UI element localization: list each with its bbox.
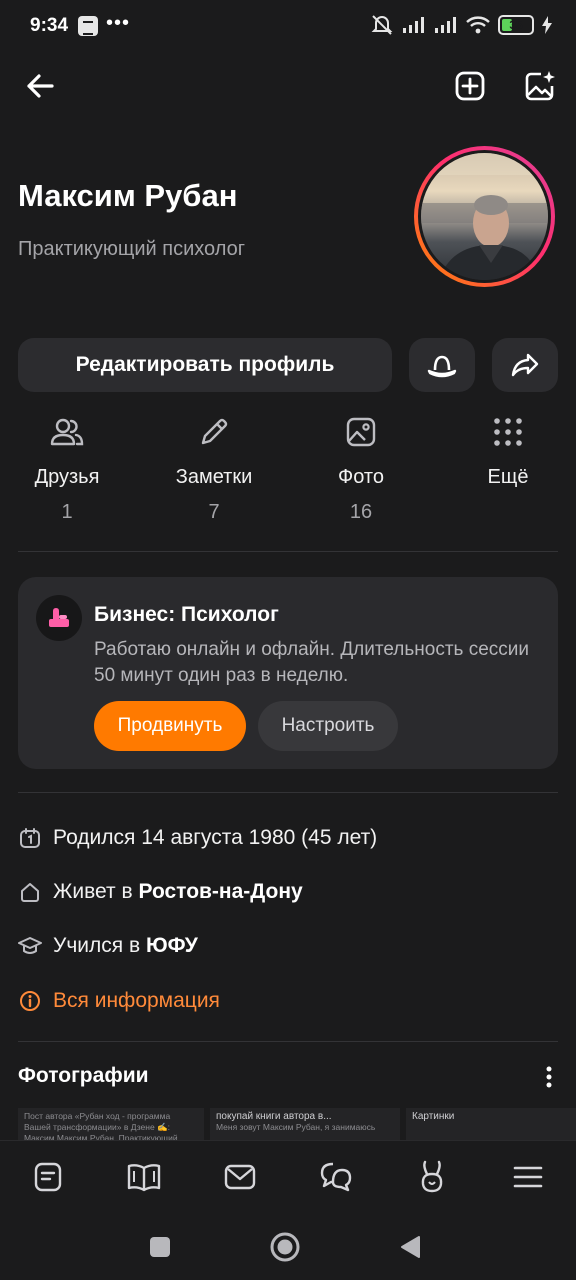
business-card: Бизнес: Психолог Работаю онлайн и офлайн… [18, 577, 558, 769]
profile-screen: 9:34 ••• 35 Максим Рубан Практикующий пс… [0, 0, 576, 1280]
photos-strip: Пост автора «Рубан ход - программа Вашей… [0, 1108, 576, 1140]
stat-notes[interactable]: Заметки 7 [154, 412, 274, 524]
charging-icon [542, 16, 552, 34]
battery-level: 35 [509, 18, 523, 32]
stat-photos[interactable]: Фото 16 [301, 412, 421, 524]
birthday-text: Родился 14 августа 1980 (45 лет) [53, 826, 378, 849]
add-button[interactable] [446, 62, 494, 110]
status-indicators: 35 [370, 14, 552, 36]
photo-thumbnail[interactable]: Картинки [406, 1108, 576, 1140]
photo-icon [346, 417, 376, 447]
promote-button[interactable]: Продвинуть [94, 701, 246, 751]
app-notification-icon [78, 16, 98, 36]
edit-profile-button[interactable]: Редактировать профиль [18, 338, 392, 392]
magic-photo-button[interactable] [516, 62, 564, 110]
photo-thumbnail[interactable]: покупай книги автора в... Меня зовут Мак… [210, 1108, 400, 1140]
nav-discover[interactable] [122, 1157, 166, 1197]
hat-icon [427, 355, 457, 378]
stat-label: Фото [338, 466, 384, 488]
business-description: Работаю онлайн и офлайн. Длительность се… [94, 639, 530, 686]
share-arrow-icon [511, 353, 539, 377]
recent-apps-button[interactable] [143, 1230, 177, 1264]
mute-icon [371, 15, 393, 35]
photo-title: покупай книги автора в... [216, 1111, 332, 1122]
battery-icon: 35 [498, 15, 534, 35]
calendar-icon [18, 826, 42, 850]
recent-apps-icon [150, 1237, 170, 1257]
photo-thumbnail[interactable]: Пост автора «Рубан ход - программа Вашей… [18, 1108, 204, 1140]
book-icon [127, 1164, 161, 1192]
wifi-icon [466, 16, 490, 34]
info-education: Учился в ЮФУ [18, 931, 198, 961]
more-vertical-icon [546, 1066, 552, 1088]
arrow-left-icon [27, 74, 54, 98]
nav-discussions[interactable] [314, 1157, 358, 1197]
chat-bubbles-icon [320, 1162, 352, 1192]
info-circle-icon [18, 989, 42, 1013]
house-icon [18, 880, 42, 904]
nav-feed[interactable] [26, 1157, 70, 1197]
avatar-photo [421, 153, 548, 280]
stat-more[interactable]: Ещё [448, 412, 568, 489]
avatar[interactable] [414, 146, 555, 287]
nav-messages[interactable] [218, 1157, 262, 1197]
divider [18, 792, 558, 793]
bunny-icon [421, 1160, 443, 1193]
nav-notifications[interactable] [410, 1157, 454, 1197]
pencil-icon [201, 418, 228, 445]
mail-icon [224, 1164, 256, 1190]
photos-more-button[interactable] [534, 1062, 564, 1092]
stat-label: Друзья [34, 466, 100, 488]
share-button[interactable] [492, 338, 558, 392]
lives-prefix: Живет в [53, 880, 139, 903]
stat-count: 7 [208, 501, 220, 523]
divider [18, 1041, 558, 1042]
city-link[interactable]: Ростов-на-Дону [138, 880, 302, 904]
signal-icon-2 [435, 17, 456, 33]
info-city: Живет в Ростов-на-Дону [18, 877, 303, 907]
friends-icon [50, 418, 84, 446]
stat-label: Заметки [175, 466, 253, 488]
photo-title: Картинки [412, 1111, 455, 1122]
system-back-button[interactable] [393, 1230, 427, 1264]
home-icon [270, 1232, 300, 1262]
graduation-cap-icon [18, 934, 42, 958]
photos-title: Фотографии [18, 1064, 149, 1087]
more-notifications-icon: ••• [106, 12, 131, 34]
profile-name: Максим Рубан [18, 178, 238, 213]
stat-friends[interactable]: Друзья 1 [7, 412, 127, 524]
status-bar: 9:34 ••• 35 [0, 0, 576, 54]
stat-count: 1 [61, 501, 73, 523]
setup-button[interactable]: Настроить [258, 701, 398, 751]
business-title: Бизнес: Психолог [94, 603, 279, 626]
image-sparkle-icon [525, 71, 555, 101]
signal-icon [403, 17, 424, 33]
divider [18, 551, 558, 552]
feed-icon [34, 1162, 62, 1192]
grid-dots-icon [494, 418, 522, 446]
menu-icon [513, 1166, 543, 1188]
nav-menu[interactable] [506, 1157, 550, 1197]
status-time: 9:34 [30, 15, 69, 36]
all-info-link[interactable]: Вся информация [18, 986, 220, 1016]
hat-button[interactable] [409, 338, 475, 392]
stat-label: Ещё [487, 466, 529, 488]
home-button[interactable] [268, 1230, 302, 1264]
photo-caption: Меня зовут Максим Рубан, я занимаюсь [216, 1122, 376, 1132]
stat-count: 16 [349, 501, 373, 523]
plus-square-icon [455, 71, 485, 101]
info-birthday: Родился 14 августа 1980 (45 лет) [18, 823, 377, 853]
photo-caption: Пост автора «Рубан ход - программа Вашей… [24, 1111, 178, 1140]
system-navigation [0, 1212, 576, 1280]
bottom-navigation [0, 1140, 576, 1212]
back-icon [401, 1236, 420, 1258]
profile-status: Практикующий психолог [18, 238, 246, 260]
studied-prefix: Учился в [53, 934, 146, 957]
all-info-label: Вся информация [53, 989, 220, 1012]
business-icon [36, 595, 82, 641]
back-button[interactable] [16, 62, 64, 110]
profile-stats: Друзья 1 Заметки 7 Фото 16 Ещё [0, 412, 576, 532]
school-link[interactable]: ЮФУ [146, 934, 198, 958]
